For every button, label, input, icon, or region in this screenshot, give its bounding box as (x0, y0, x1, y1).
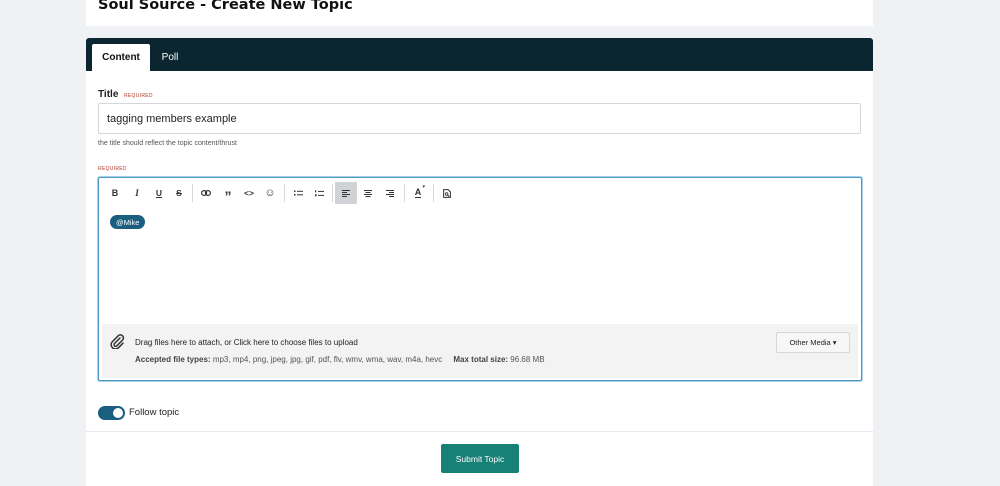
bold-glyph: B (111, 188, 119, 198)
emoji-icon[interactable]: ☺ (259, 182, 281, 204)
member-mention-tag[interactable]: @Mike (110, 215, 146, 229)
tab-content[interactable]: Content (92, 44, 150, 71)
preview-icon[interactable] (436, 182, 458, 204)
title-hint: the title should reflect the topic conte… (98, 140, 237, 147)
italic-icon[interactable]: I (126, 182, 148, 204)
divider (86, 431, 873, 432)
align-center-icon[interactable] (357, 182, 379, 204)
body-required-marker: REQUIRED (98, 166, 127, 172)
toggle-knob (113, 408, 123, 418)
rich-text-editor[interactable]: B I U S ” <> ☺ A ▾ @Mike Drag files here… (98, 177, 862, 381)
underline-icon[interactable]: U (148, 182, 170, 204)
accepted-types-label: Accepted file types: (135, 355, 211, 364)
max-size-value: 96.68 MB (510, 355, 545, 364)
link-icon[interactable] (195, 182, 217, 204)
title-required-marker: REQUIRED (124, 93, 153, 99)
upload-instructions: Drag files here to attach, or Click here… (135, 338, 358, 347)
upload-drag-text: Drag files here to attach, or (135, 338, 234, 347)
underline-glyph: U (155, 188, 163, 198)
form-card: Content Poll Title REQUIRED the title sh… (86, 38, 873, 486)
choose-files-link[interactable]: Click here to choose files to upload (234, 338, 358, 347)
title-label: Title (98, 89, 119, 100)
toolbar-divider (433, 184, 434, 202)
editor-toolbar: B I U S ” <> ☺ A ▾ (99, 178, 861, 208)
accepted-types-list: mp3, mp4, png, jpeg, jpg, gif, pdf, flv,… (212, 355, 443, 364)
strikethrough-icon[interactable]: S (168, 182, 190, 204)
italic-glyph: I (135, 188, 139, 198)
title-card: Soul Source - Create New Topic (86, 0, 873, 26)
submit-topic-button[interactable]: Submit Topic (441, 444, 519, 473)
code-glyph: <> (244, 188, 254, 198)
tab-bar: Content Poll (86, 38, 873, 71)
text-color-dropdown-icon: ▾ (422, 184, 425, 190)
align-right-icon[interactable] (379, 182, 401, 204)
other-media-dropdown[interactable]: Other Media ▾ (776, 332, 850, 353)
follow-topic-label: Follow topic (129, 407, 180, 418)
title-input[interactable] (98, 103, 861, 134)
align-left-icon[interactable] (335, 182, 357, 204)
follow-topic-toggle[interactable] (98, 406, 125, 420)
file-upload-area[interactable]: Drag files here to attach, or Click here… (102, 324, 858, 378)
tab-poll[interactable]: Poll (152, 44, 188, 71)
toolbar-divider (404, 184, 405, 202)
accepted-file-types: Accepted file types: mp3, mp4, png, jpeg… (135, 355, 545, 364)
max-size-label: Max total size: (453, 355, 509, 364)
quote-icon[interactable]: ” (217, 182, 239, 204)
text-color-glyph: A (414, 187, 422, 198)
strikethrough-glyph: S (176, 188, 182, 198)
emoji-glyph: ☺ (264, 187, 276, 199)
bullet-list-icon[interactable] (287, 182, 309, 204)
code-icon[interactable]: <> (238, 182, 260, 204)
quote-glyph: ” (224, 188, 232, 204)
text-color-icon[interactable]: A ▾ (407, 182, 429, 204)
toolbar-divider (332, 184, 333, 202)
paperclip-icon (110, 334, 125, 349)
numbered-list-icon[interactable] (308, 182, 330, 204)
page-title: Soul Source - Create New Topic (98, 0, 353, 13)
toolbar-divider (284, 184, 285, 202)
toolbar-divider (192, 184, 193, 202)
bold-icon[interactable]: B (104, 182, 126, 204)
